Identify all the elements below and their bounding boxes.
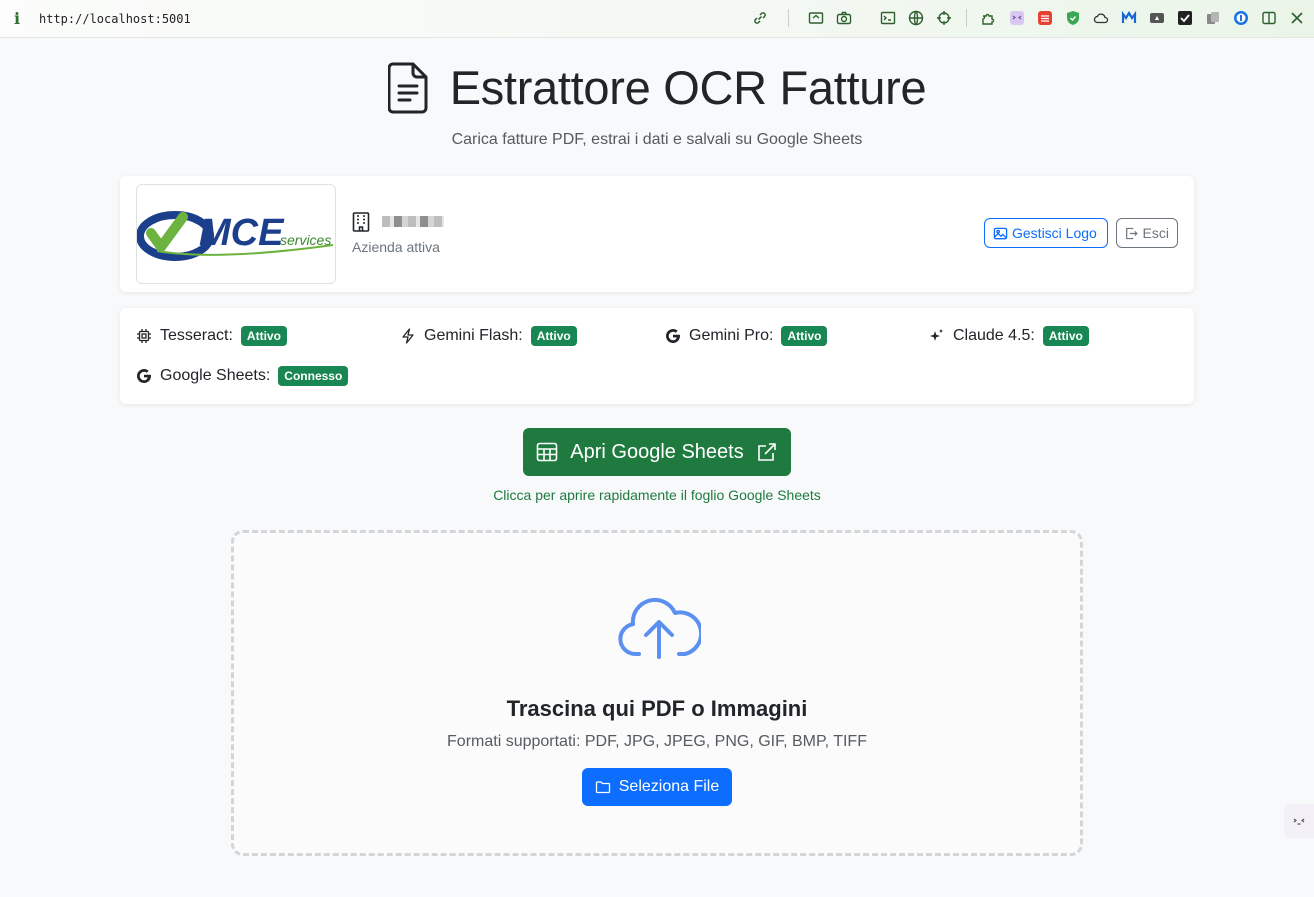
service-name: Tesseract: (160, 327, 233, 344)
copy-icon[interactable] (1204, 9, 1222, 27)
password-manager-icon[interactable] (1232, 9, 1250, 27)
toolbar-separator (788, 9, 789, 27)
logo-text-main: MCE (199, 212, 285, 254)
manage-logo-button[interactable]: Gestisci Logo (984, 218, 1108, 248)
document-icon (387, 62, 428, 113)
service-name: Claude 4.5: (953, 327, 1035, 344)
folder-icon (595, 781, 610, 794)
close-icon[interactable] (1288, 9, 1306, 27)
browser-toolbar: i http://localhost:5001 (0, 0, 1314, 38)
company-name-redacted (382, 216, 444, 227)
malwarebytes-icon[interactable] (1120, 9, 1138, 27)
table-icon (536, 442, 558, 462)
globe-icon[interactable] (907, 9, 925, 27)
service-google-sheets: Google Sheets: Connesso (136, 366, 349, 386)
building-icon (352, 212, 370, 232)
page-header: Estrattore OCR Fatture (0, 60, 1314, 115)
company-status: Azienda attiva (352, 239, 440, 255)
crosshair-icon[interactable] (935, 9, 953, 27)
drive-icon[interactable] (1148, 9, 1166, 27)
google-sheets-hint: Clicca per aprire rapidamente il foglio … (493, 487, 821, 503)
puzzle-icon[interactable] (980, 9, 998, 27)
company-card: MCE services Azienda attiva Gestisci Log… (120, 176, 1194, 292)
status-badge: Connesso (278, 366, 349, 386)
sparkles-icon (929, 328, 945, 344)
status-badge: Attivo (240, 326, 287, 346)
company-logo: MCE services (136, 184, 336, 284)
screenshot-icon[interactable] (807, 9, 825, 27)
site-info-icon[interactable]: i (14, 9, 20, 28)
upload-dropzone[interactable]: Trascina qui PDF o Immagini Formati supp… (231, 530, 1083, 856)
logo-text-sub: services (280, 232, 331, 248)
image-icon (993, 227, 1008, 239)
service-name: Google Sheets: (160, 367, 271, 384)
logout-label: Esci (1142, 225, 1169, 241)
sidebar-toggle-icon[interactable] (1260, 9, 1278, 27)
service-tesseract: Tesseract: Attivo (136, 326, 287, 346)
assistant-extension-icon[interactable] (1008, 9, 1026, 27)
google-icon (136, 368, 152, 384)
service-name: Gemini Pro: (689, 327, 774, 344)
service-gemini-pro: Gemini Pro: Attivo (665, 326, 828, 346)
cloud-icon[interactable] (1092, 9, 1110, 27)
logout-icon (1126, 227, 1138, 239)
link-icon[interactable] (751, 9, 769, 27)
manage-logo-label: Gestisci Logo (1012, 225, 1097, 241)
open-google-sheets-label: Apri Google Sheets (570, 440, 744, 463)
page-subtitle: Carica fatture PDF, estrai i dati e salv… (451, 131, 863, 148)
shield-icon[interactable] (1064, 9, 1082, 27)
upload-formats: Formati supportati: PDF, JPG, JPEG, PNG,… (447, 733, 867, 750)
checkbox-icon[interactable] (1176, 9, 1194, 27)
address-bar-url[interactable]: http://localhost:5001 (39, 12, 191, 26)
floating-assistant-widget[interactable] (1284, 804, 1314, 838)
assistant-icon (1293, 818, 1305, 825)
external-link-icon (757, 443, 776, 461)
lightning-icon (400, 328, 416, 344)
status-badge: Attivo (1042, 326, 1089, 346)
service-name: Gemini Flash: (424, 327, 523, 344)
select-file-label: Seleziona File (618, 778, 720, 795)
google-icon (665, 328, 681, 344)
service-gemini-flash: Gemini Flash: Attivo (400, 326, 577, 346)
logout-button[interactable]: Esci (1116, 218, 1178, 248)
toolbar-separator (966, 9, 967, 27)
cloud-upload-icon (618, 597, 701, 659)
services-status-card: Tesseract: Attivo Gemini Flash: Attivo G… (120, 308, 1194, 404)
status-badge: Attivo (781, 326, 828, 346)
page-title: Estrattore OCR Fatture (449, 61, 927, 114)
upload-title: Trascina qui PDF o Immagini (506, 696, 808, 721)
service-claude: Claude 4.5: Attivo (929, 326, 1089, 346)
select-file-button[interactable]: Seleziona File (582, 768, 732, 806)
open-google-sheets-button[interactable]: Apri Google Sheets (523, 428, 791, 476)
terminal-icon[interactable] (879, 9, 897, 27)
status-badge: Attivo (530, 326, 577, 346)
camera-icon[interactable] (835, 9, 853, 27)
todoist-icon[interactable] (1036, 9, 1054, 27)
cpu-icon (136, 328, 152, 344)
